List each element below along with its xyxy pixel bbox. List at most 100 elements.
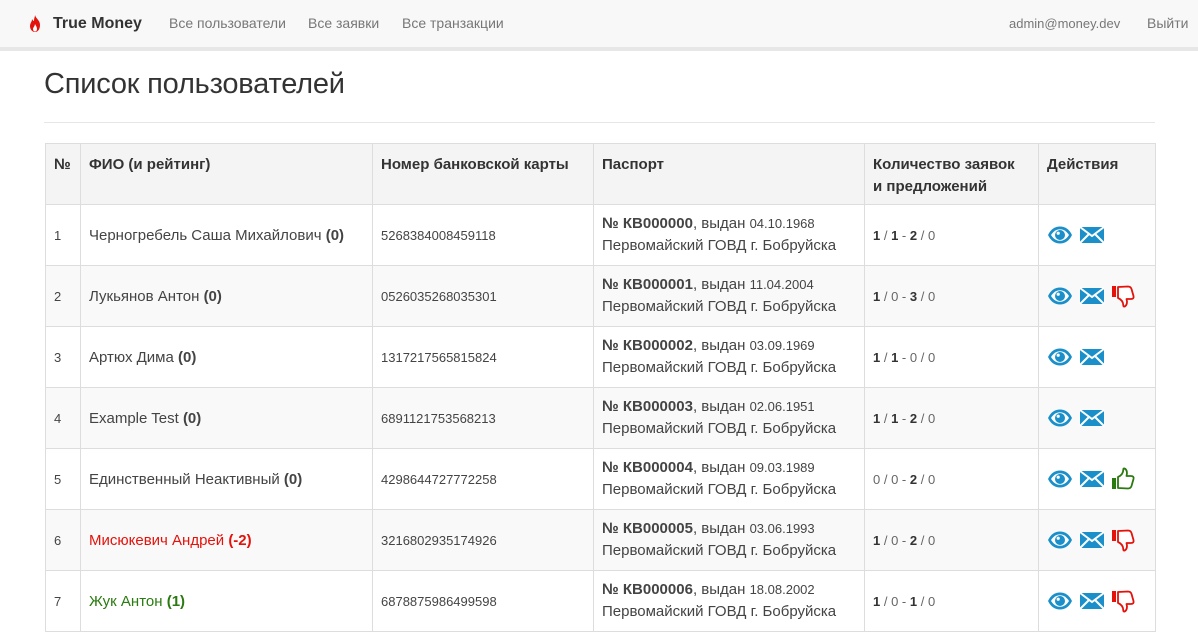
passport-org: Первомайский ГОВД г. Бобруйска bbox=[602, 420, 837, 437]
user-name-cell: Артюх Дима (0) bbox=[80, 326, 373, 388]
header-card: Номер банковской карты bbox=[372, 143, 594, 205]
header-counts-line1: Количество заявок bbox=[873, 156, 1015, 173]
user-name-cell: Жук Антон (1) bbox=[80, 570, 373, 632]
navbar: True Money Все пользователи Все заявки В… bbox=[0, 0, 1198, 51]
count-3: 2 bbox=[909, 227, 918, 243]
thumbs-down-icon[interactable] bbox=[1111, 528, 1137, 552]
count-1: 1 bbox=[873, 410, 881, 426]
table-row: 1 Черногребель Саша Михайлович (0) 52683… bbox=[45, 204, 1156, 266]
user-rating: (-2) bbox=[228, 531, 252, 549]
actions-cell bbox=[1038, 204, 1156, 266]
row-number: 2 bbox=[45, 265, 81, 327]
envelope-icon[interactable] bbox=[1079, 286, 1105, 306]
count-4: 0 bbox=[927, 227, 936, 243]
passport-org: Первомайский ГОВД г. Бобруйска bbox=[602, 542, 837, 559]
nav-all-requests[interactable]: Все заявки bbox=[308, 0, 379, 47]
thumbs-down-icon[interactable] bbox=[1111, 284, 1137, 308]
count-2: 1 bbox=[891, 227, 899, 243]
user-rating: (1) bbox=[166, 592, 186, 610]
eye-icon[interactable] bbox=[1047, 530, 1073, 550]
user-name: Единственный Неактивный bbox=[89, 470, 280, 488]
row-number: 5 bbox=[45, 448, 81, 510]
users-table-wrapper: № ФИО (и рейтинг) Номер банковской карты… bbox=[45, 143, 1156, 632]
envelope-icon[interactable] bbox=[1079, 469, 1105, 489]
passport-issued-label: , выдан bbox=[692, 215, 750, 232]
count-4: 0 bbox=[927, 349, 936, 365]
table-row: 2 Лукьянов Антон (0) 0526035268035301 № … bbox=[45, 265, 1156, 327]
nav-all-transactions[interactable]: Все транзакции bbox=[402, 0, 504, 47]
actions-cell bbox=[1038, 326, 1156, 388]
envelope-icon[interactable] bbox=[1079, 408, 1105, 428]
envelope-icon[interactable] bbox=[1079, 347, 1105, 367]
passport-issued-label: , выдан bbox=[692, 398, 750, 415]
passport-issued-label: , выдан bbox=[692, 459, 750, 476]
passport-number: № КВ000004 bbox=[602, 459, 693, 476]
passport-date: 18.08.2002 bbox=[749, 582, 815, 597]
table-row: 3 Артюх Дима (0) 1317217565815824 № КВ00… bbox=[45, 326, 1156, 388]
passport-issued-label: , выдан bbox=[692, 520, 750, 537]
user-name: Example Test bbox=[89, 409, 179, 427]
passport-cell: № КВ000005, выдан 03.06.1993 Первомайски… bbox=[593, 509, 865, 571]
eye-icon[interactable] bbox=[1047, 347, 1073, 367]
user-rating: (0) bbox=[203, 287, 222, 305]
actions-cell bbox=[1038, 387, 1156, 449]
count-2: 1 bbox=[891, 410, 899, 426]
passport-org: Первомайский ГОВД г. Бобруйска bbox=[602, 237, 837, 254]
envelope-icon[interactable] bbox=[1079, 591, 1105, 611]
count-1: 1 bbox=[873, 227, 881, 243]
brand-name: True Money bbox=[53, 14, 142, 32]
passport-issued-label: , выдан bbox=[692, 337, 750, 354]
passport-number: № КВ000000 bbox=[602, 215, 693, 232]
card-number: 3216802935174926 bbox=[372, 509, 594, 571]
header-counts: Количество заявок и предложений bbox=[864, 143, 1039, 205]
envelope-icon[interactable] bbox=[1079, 530, 1105, 550]
count-1: 1 bbox=[873, 288, 881, 304]
header-counts-line2: и предложений bbox=[873, 178, 988, 195]
logout-link[interactable]: Выйти bbox=[1147, 0, 1188, 47]
user-name: Лукьянов Антон bbox=[89, 287, 200, 305]
user-email-link[interactable]: admin@money.dev bbox=[1009, 0, 1120, 47]
actions-cell bbox=[1038, 448, 1156, 510]
brand[interactable]: True Money bbox=[28, 0, 142, 47]
card-number: 0526035268035301 bbox=[372, 265, 594, 327]
count-1: 1 bbox=[873, 349, 881, 365]
count-3: 2 bbox=[909, 410, 918, 426]
envelope-icon[interactable] bbox=[1079, 225, 1105, 245]
passport-org: Первомайский ГОВД г. Бобруйска bbox=[602, 603, 837, 620]
passport-cell: № КВ000001, выдан 11.04.2004 Первомайски… bbox=[593, 265, 865, 327]
user-name: Мисюкевич Андрей bbox=[89, 531, 225, 549]
count-4: 0 bbox=[927, 532, 936, 548]
header-name: ФИО (и рейтинг) bbox=[80, 143, 373, 205]
count-4: 0 bbox=[927, 471, 936, 487]
row-number: 4 bbox=[45, 387, 81, 449]
card-number: 6878875986499598 bbox=[372, 570, 594, 632]
users-table: № ФИО (и рейтинг) Номер банковской карты… bbox=[45, 143, 1156, 632]
table-row: 4 Example Test (0) 6891121753568213 № КВ… bbox=[45, 387, 1156, 449]
count-3: 2 bbox=[909, 532, 918, 548]
passport-cell: № КВ000000, выдан 04.10.1968 Первомайски… bbox=[593, 204, 865, 266]
thumbs-down-icon[interactable] bbox=[1111, 589, 1137, 613]
user-rating: (0) bbox=[325, 226, 345, 244]
count-2: 1 bbox=[891, 349, 899, 365]
card-number: 1317217565815824 bbox=[372, 326, 594, 388]
count-1: 0 bbox=[873, 471, 881, 487]
requests-counts: 0 / 0 - 2 / 0 bbox=[864, 448, 1039, 510]
user-rating: (0) bbox=[178, 348, 197, 366]
eye-icon[interactable] bbox=[1047, 286, 1073, 306]
nav-all-users[interactable]: Все пользователи bbox=[169, 0, 286, 47]
actions-cell bbox=[1038, 265, 1156, 327]
requests-counts: 1 / 0 - 3 / 0 bbox=[864, 265, 1039, 327]
thumbs-up-icon[interactable] bbox=[1111, 467, 1137, 491]
eye-icon[interactable] bbox=[1047, 408, 1073, 428]
user-name-cell: Единственный Неактивный (0) bbox=[80, 448, 373, 510]
passport-cell: № КВ000003, выдан 02.06.1951 Первомайски… bbox=[593, 387, 865, 449]
row-number: 1 bbox=[45, 204, 81, 266]
user-name: Артюх Дима bbox=[89, 348, 174, 366]
card-number: 4298644727772258 bbox=[372, 448, 594, 510]
count-4: 0 bbox=[927, 288, 936, 304]
card-number: 6891121753568213 bbox=[372, 387, 594, 449]
eye-icon[interactable] bbox=[1047, 225, 1073, 245]
count-3: 2 bbox=[909, 471, 918, 487]
eye-icon[interactable] bbox=[1047, 469, 1073, 489]
eye-icon[interactable] bbox=[1047, 591, 1073, 611]
